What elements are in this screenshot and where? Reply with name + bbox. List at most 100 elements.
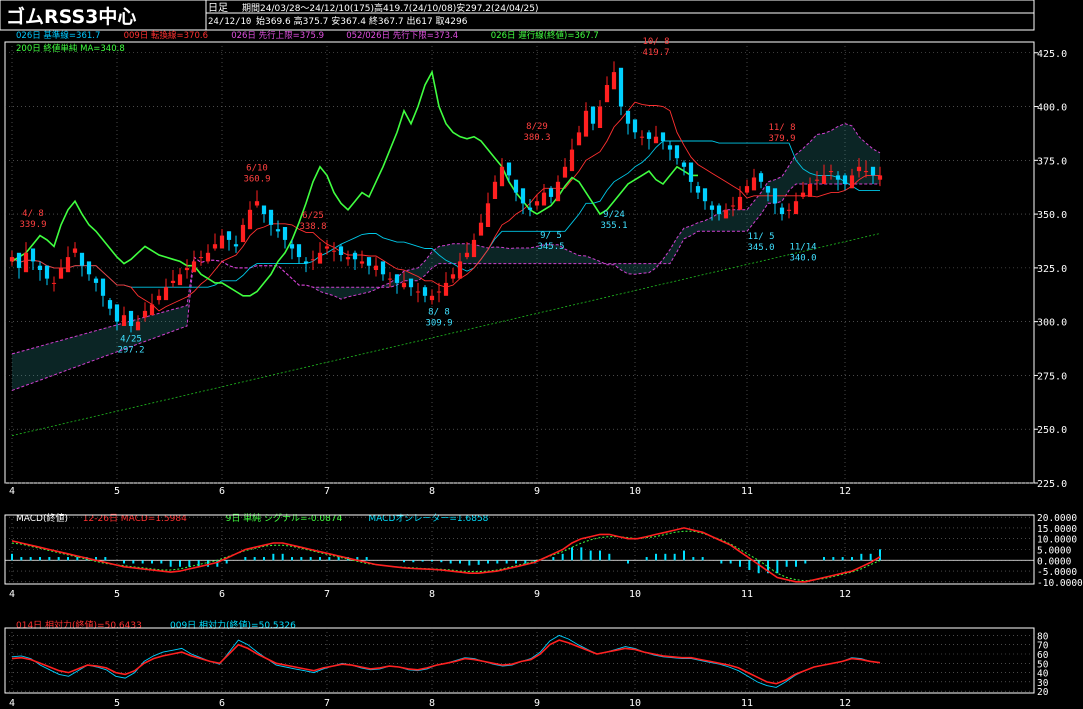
candle-body — [730, 205, 736, 207]
candle-body — [135, 321, 141, 331]
x-tick-label: 10 — [629, 486, 641, 497]
candle-body — [646, 132, 652, 139]
candle-body — [674, 145, 680, 159]
legend-item: 026日 基準線=361.7 — [16, 30, 100, 41]
candle-body — [177, 274, 183, 286]
candle-body — [667, 145, 673, 150]
candle-body — [807, 184, 813, 197]
candle-body — [842, 175, 848, 184]
candle-body — [324, 246, 330, 249]
candle-body — [793, 201, 799, 215]
period-info-label: 期間24/03/28〜24/12/10(175)高419.7(24/10/08)… — [242, 2, 538, 14]
candle-body — [65, 257, 71, 273]
annotation-value: 345.5 — [537, 242, 564, 252]
legend-item: 014日 相対力(終値)=50.6433 — [16, 619, 142, 631]
candle-body — [422, 287, 428, 296]
candle-body — [247, 209, 253, 230]
x-tick-label: 10 — [629, 589, 641, 600]
candle-body — [513, 179, 519, 193]
legend-item: 026日 遅行線(終値)=367.7 — [491, 30, 599, 41]
x-tick-label: 7 — [324, 486, 330, 497]
y-tick-label: 275.0 — [1037, 371, 1067, 382]
x-tick-label: 12 — [839, 589, 851, 600]
annotation-date: 11/ 5 — [747, 232, 774, 242]
annotation-value: 339.9 — [19, 220, 46, 230]
candle-body — [415, 291, 421, 293]
x-tick-label: 11 — [741, 589, 753, 600]
candle-body — [345, 257, 351, 260]
candle-body — [590, 106, 596, 124]
x-tick-label: 5 — [114, 486, 120, 497]
candle-body — [37, 265, 43, 270]
candle-body — [387, 278, 393, 280]
candle-body — [835, 175, 841, 180]
candle-body — [618, 67, 624, 107]
candle-body — [408, 278, 414, 288]
candle-body — [268, 209, 274, 225]
candle-body — [219, 235, 225, 249]
candle-body — [625, 110, 631, 124]
candle-body — [254, 201, 260, 206]
y-tick-label: 5.0000 — [1037, 546, 1072, 557]
main-y-axis: 425.0 400.0 375.0 350.0 325.0 300.0 275.0 250.0… — [1034, 49, 1067, 490]
candle-body — [44, 265, 50, 279]
candle-body — [821, 175, 827, 184]
rsi-grid — [5, 628, 1034, 693]
candle-body — [471, 239, 477, 258]
candle-body — [401, 282, 407, 288]
y-tick-label: 400.0 — [1037, 103, 1067, 114]
legend-item: 026日 先行上限=375.9 — [231, 30, 324, 41]
candle-body — [464, 252, 470, 258]
candle-body — [303, 261, 309, 264]
candle-body — [338, 246, 344, 255]
y-tick-label: 325.0 — [1037, 264, 1067, 275]
candle-body — [205, 252, 211, 262]
y-tick-label: -10.0000 — [1037, 578, 1083, 589]
candle-body — [660, 132, 666, 141]
annotation-value: 355.1 — [600, 221, 627, 231]
candle-body — [723, 209, 729, 219]
candle-body — [30, 248, 36, 262]
candle-body — [331, 250, 337, 252]
annotation-date: 4/25 — [120, 335, 142, 345]
candle-body — [527, 207, 533, 210]
candle-body — [856, 166, 862, 172]
rsi-y-axis: 80706050403020 — [1037, 631, 1049, 698]
candle-body — [870, 166, 876, 176]
candle-body — [877, 175, 883, 180]
candle-body — [163, 287, 169, 301]
candle-body — [429, 295, 435, 301]
x-tick-label: 7 — [324, 589, 330, 600]
candle-body — [121, 315, 127, 326]
candle-body — [436, 291, 442, 293]
rsi-x-axis: 4 5 6 7 8 9 10 11 12 — [9, 698, 851, 709]
candle-body — [849, 175, 855, 189]
candle-body — [716, 205, 722, 215]
y-tick-label: 425.0 — [1037, 49, 1067, 60]
x-tick-label: 5 — [114, 698, 120, 709]
y-tick-label: 20.0000 — [1037, 513, 1077, 524]
macd-x-axis: 4 5 6 7 8 9 10 11 12 — [9, 589, 851, 600]
candle-body — [506, 162, 512, 176]
x-tick-label: 4 — [9, 698, 15, 709]
candle-body — [765, 186, 771, 193]
candle-body — [142, 310, 148, 318]
legend-item: 009日 転換線=370.6 — [124, 30, 208, 41]
candle-body — [394, 274, 400, 283]
legend-item: 009日 相対力(終値)=50.5326 — [170, 619, 296, 631]
candle-body — [317, 252, 323, 264]
candle-body — [688, 162, 694, 182]
annotation-date: 10/ 8 — [642, 37, 669, 47]
candle-body — [562, 166, 568, 178]
candle-body — [569, 149, 575, 172]
macd-legend: MACD(終値) 12-26日 MACD=1.5984 9日 単純 シグナル=-0.… — [16, 512, 489, 524]
rsi-legend: 014日 相対力(終値)=50.6433 009日 相対力(終値)=50.5326 — [16, 619, 296, 631]
candle-body — [282, 227, 288, 240]
candle-body — [184, 267, 190, 271]
candle-body — [786, 209, 792, 211]
candle-body — [100, 278, 106, 296]
rsi9-line — [11, 634, 881, 688]
candle-body — [779, 207, 785, 215]
annotation-date: 6/25 — [302, 211, 324, 221]
candle-body — [198, 257, 204, 259]
